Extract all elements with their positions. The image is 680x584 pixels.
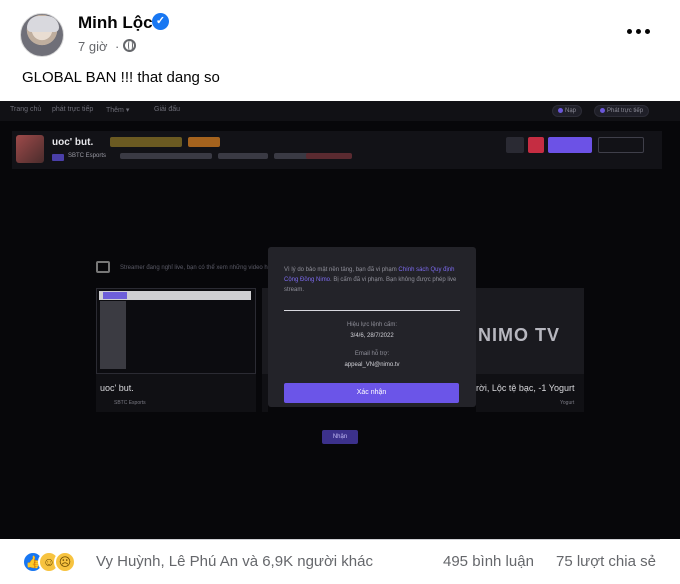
- meta-line: [120, 153, 212, 159]
- fan-badge: [188, 137, 220, 147]
- email-label: Email hỗ trợ:: [354, 351, 390, 357]
- nimo-nav-item: phát trực tiếp: [52, 106, 94, 113]
- post-header: Minh Lộc ✓ 7 giờ ·: [0, 0, 680, 62]
- confirm-button: Xác nhận: [284, 383, 459, 403]
- meta-line: [306, 153, 352, 159]
- modal-divider: [284, 310, 460, 311]
- video-card: [476, 288, 584, 412]
- nimo-nav-item: Thêm ▾: [106, 107, 130, 114]
- ban-value: 3/4/6, 28/7/2022: [350, 333, 394, 339]
- ban-message: Vì lý do bảo mật nền tảng, bạn đã vi phạ…: [284, 267, 457, 293]
- reaction-summary[interactable]: Vy Huỳnh, Lê Phú An và 6,9K người khác: [96, 553, 373, 570]
- sad-icon: ☹: [54, 551, 76, 573]
- streamer-bar: uoc' but. SBTC Esports: [12, 131, 662, 169]
- video-card: [96, 288, 256, 412]
- meta-line: [218, 153, 268, 159]
- post-time[interactable]: 7 giờ: [78, 39, 108, 54]
- author-name[interactable]: Minh Lộc: [78, 13, 153, 33]
- nimo-nav: Trang chủ phát trực tiếp Thêm ▾ Giải đấu…: [0, 101, 680, 121]
- nimo-nav-item: Trang chủ: [10, 106, 42, 113]
- share-button: [598, 137, 644, 153]
- level-badge: [110, 137, 182, 147]
- globe-icon[interactable]: [123, 39, 136, 52]
- email-value: appeal_VN@nimo.tv: [344, 362, 400, 368]
- verified-icon: ✓: [152, 13, 169, 30]
- follow-button: [548, 137, 592, 153]
- team-name: SBTC Esports: [68, 153, 107, 159]
- card-sub: SBTC Esports: [114, 400, 146, 406]
- nimo-logo: NIMO TV: [478, 325, 560, 345]
- time-separator: ·: [115, 39, 120, 54]
- receive-button: Nhận: [322, 430, 358, 444]
- ban-label: Hiệu lực lệnh cấm:: [346, 322, 398, 328]
- offline-text: Streamer đang nghỉ live, bạn có thể xem …: [120, 265, 275, 271]
- post-image[interactable]: Trang chủ phát trực tiếp Thêm ▾ Giải đấu…: [0, 101, 680, 539]
- streamer-avatar: [16, 135, 44, 163]
- share-count[interactable]: 75 lượt chia sẻ: [556, 553, 656, 570]
- gift-button: [528, 137, 544, 153]
- video-thumbnail: [96, 288, 256, 374]
- card-sub: Yogurt: [560, 400, 575, 406]
- streamer-name: uoc' but.: [52, 137, 94, 148]
- post-text: GLOBAL BAN !!! that dang so: [22, 69, 220, 86]
- more-options-button[interactable]: [621, 20, 657, 44]
- footer-divider: [20, 539, 660, 540]
- heart-button: [506, 137, 524, 153]
- card-title: uoc' but.: [100, 383, 134, 393]
- nimo-pill: Nạp: [552, 105, 583, 117]
- ban-modal: Vì lý do bảo mật nền tảng, bạn đã vi phạ…: [268, 247, 476, 407]
- team-tag: [52, 154, 64, 161]
- nimo-nav-item: Giải đấu: [154, 106, 181, 113]
- comment-count[interactable]: 495 bình luận: [443, 553, 534, 570]
- nimo-pill: Phát trực tiếp: [594, 105, 650, 117]
- reaction-icons[interactable]: 👍 ☺ ☹: [22, 551, 92, 573]
- more-icon: [627, 29, 632, 34]
- author-avatar[interactable]: [20, 13, 64, 57]
- card-title: rời, Lộc tệ bạc, -1 Yogurt: [476, 383, 575, 393]
- offline-icon: [96, 261, 110, 273]
